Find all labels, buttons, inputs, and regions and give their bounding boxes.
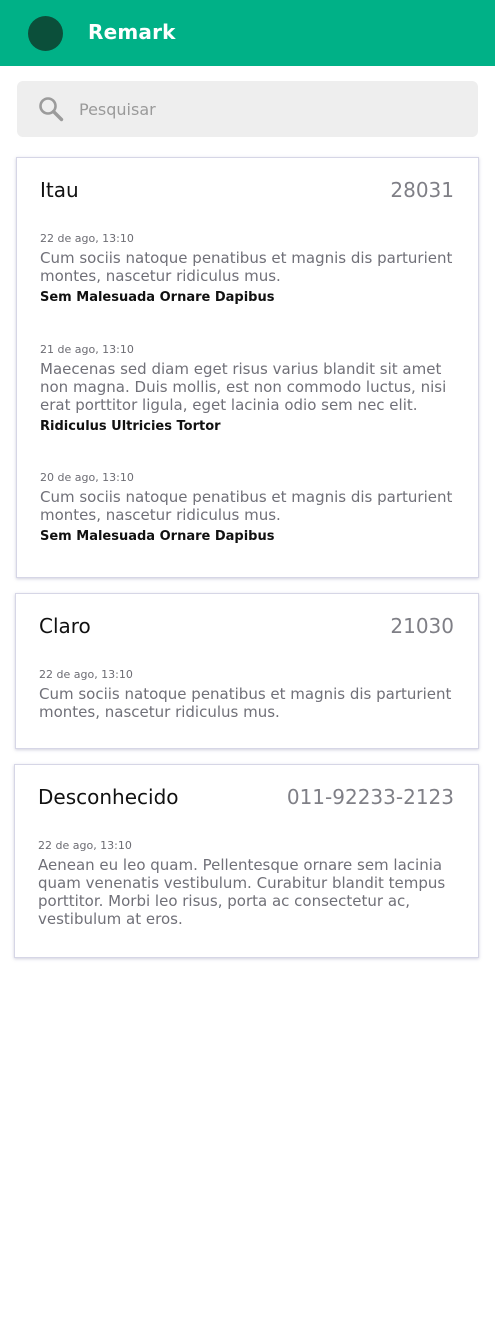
app-bar: Remark xyxy=(0,0,495,66)
card-header: Itau 28031 xyxy=(40,178,454,202)
message-body: Cum sociis natoque penatibus et magnis d… xyxy=(40,488,453,524)
contact-number: 011-92233-2123 xyxy=(286,785,454,809)
conversation-card-claro[interactable]: Claro 21030 22 de ago, 13:10 Cum sociis … xyxy=(15,593,479,749)
message-item[interactable]: 22 de ago, 13:10 Cum sociis natoque pena… xyxy=(39,668,458,721)
search-input[interactable] xyxy=(79,81,459,137)
message-time: 22 de ago, 13:10 xyxy=(40,232,134,245)
app-title: Remark xyxy=(88,20,176,44)
message-time: 22 de ago, 13:10 xyxy=(38,839,132,852)
message-item[interactable]: 20 de ago, 13:10 Cum sociis natoque pena… xyxy=(40,471,458,544)
message-body: Aenean eu leo quam. Pellentesque ornare … xyxy=(38,856,446,928)
avatar[interactable] xyxy=(28,16,63,51)
conversation-card-itau[interactable]: Itau 28031 22 de ago, 13:10 Cum sociis n… xyxy=(16,157,479,578)
search-icon xyxy=(39,97,64,122)
contact-number: 28031 xyxy=(390,178,454,202)
message-body: Cum sociis natoque penatibus et magnis d… xyxy=(40,249,453,285)
contact-number: 21030 xyxy=(390,614,454,638)
message-item[interactable]: 21 de ago, 13:10 Maecenas sed diam eget … xyxy=(40,343,458,434)
contact-name: Claro xyxy=(39,614,91,638)
message-item[interactable]: 22 de ago, 13:10 Cum sociis natoque pena… xyxy=(40,232,458,305)
message-time: 22 de ago, 13:10 xyxy=(39,668,133,681)
conversation-card-desconhecido[interactable]: Desconhecido 011-92233-2123 22 de ago, 1… xyxy=(14,764,479,958)
message-item[interactable]: 22 de ago, 13:10 Aenean eu leo quam. Pel… xyxy=(38,839,458,928)
message-tag: Ridiculus Ultricies Tortor xyxy=(40,419,221,434)
contact-name: Itau xyxy=(40,178,79,202)
search-bar[interactable] xyxy=(17,81,478,137)
card-header: Claro 21030 xyxy=(39,614,454,638)
card-header: Desconhecido 011-92233-2123 xyxy=(38,785,454,809)
message-body: Maecenas sed diam eget risus varius blan… xyxy=(40,360,447,414)
message-body: Cum sociis natoque penatibus et magnis d… xyxy=(39,685,452,721)
message-tag: Sem Malesuada Ornare Dapibus xyxy=(40,290,275,305)
message-time: 20 de ago, 13:10 xyxy=(40,471,134,484)
message-tag: Sem Malesuada Ornare Dapibus xyxy=(40,529,275,544)
message-time: 21 de ago, 13:10 xyxy=(40,343,134,356)
contact-name: Desconhecido xyxy=(38,785,179,809)
